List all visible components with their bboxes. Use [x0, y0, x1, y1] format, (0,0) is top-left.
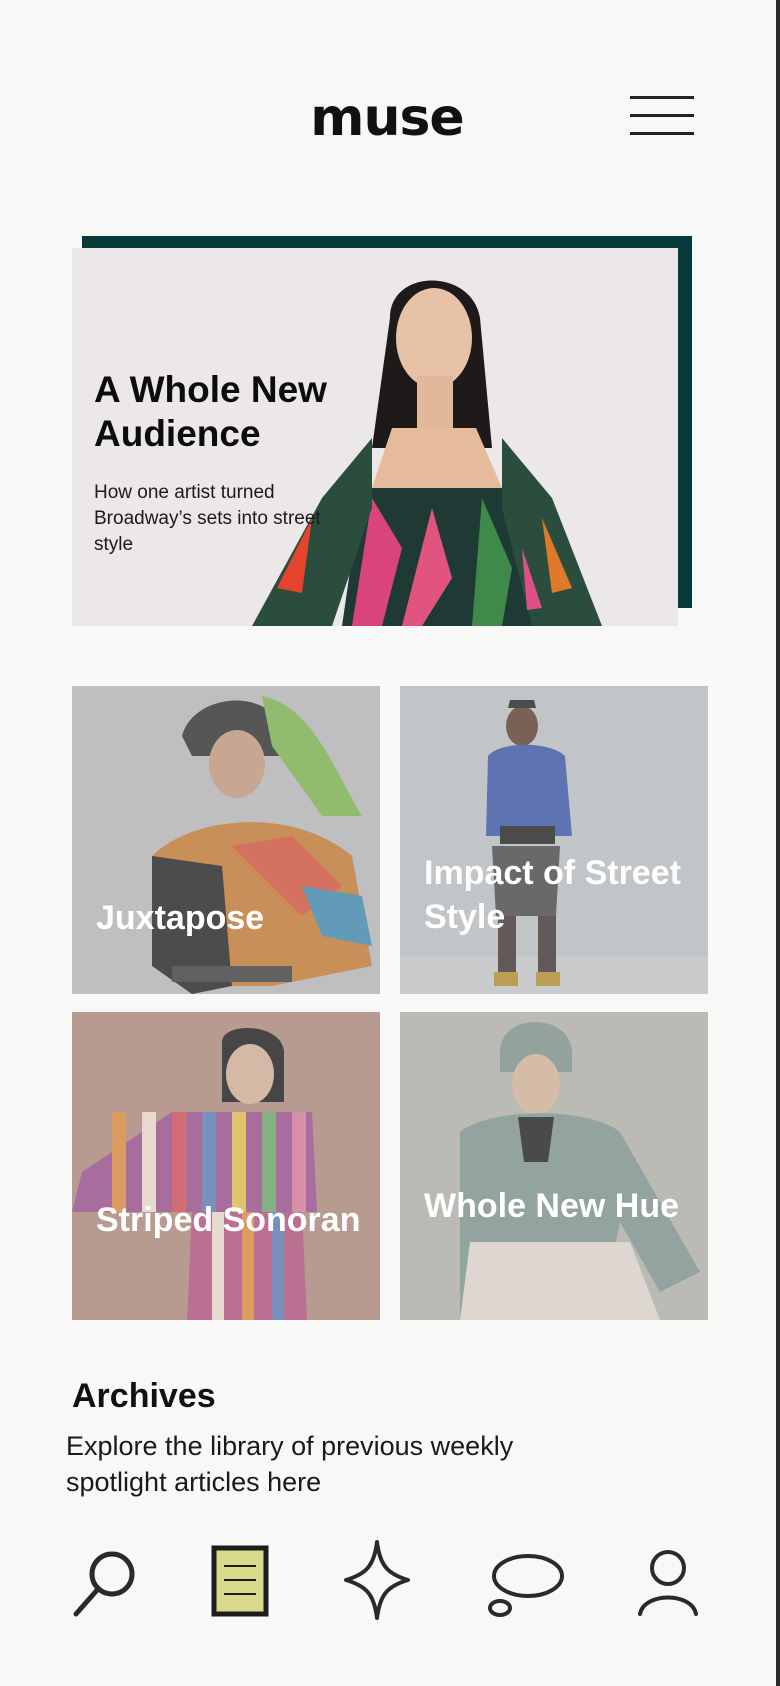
- article-tile-impact-street-style[interactable]: Impact of Street Style: [400, 686, 708, 994]
- archives-description[interactable]: Explore the library of previous weekly s…: [66, 1428, 536, 1500]
- app-screen: muse A Whole New Audience How one artist…: [0, 0, 780, 1686]
- tile-title: Striped Sonoran: [96, 1201, 361, 1239]
- screen-edge: [776, 0, 780, 1686]
- hero-card[interactable]: A Whole New Audience How one artist turn…: [72, 248, 678, 626]
- article-icon: [211, 1545, 269, 1617]
- bottom-navigation: [0, 1530, 780, 1686]
- article-tile-striped-sonoran[interactable]: Striped Sonoran: [72, 1012, 380, 1320]
- article-tile-whole-new-hue[interactable]: Whole New Hue: [400, 1012, 708, 1320]
- nav-discover[interactable]: [332, 1530, 422, 1630]
- hero-title: A Whole New Audience: [94, 369, 327, 454]
- tile-overlay: [400, 686, 708, 994]
- hamburger-menu-icon[interactable]: [630, 94, 694, 140]
- nav-articles[interactable]: [194, 1530, 284, 1630]
- article-tile-juxtapose[interactable]: Juxtapose: [72, 686, 380, 994]
- tile-overlay: [400, 1012, 708, 1320]
- chat-bubble-icon: [488, 1554, 564, 1617]
- hero-subtitle: How one artist turned Broadway’s sets in…: [94, 482, 321, 555]
- tile-title: Juxtapose: [96, 899, 265, 937]
- archives-heading: Archives: [72, 1377, 216, 1415]
- tile-overlay: [72, 686, 380, 994]
- tile-overlay: [72, 1012, 380, 1320]
- header: muse: [0, 0, 780, 200]
- nav-search[interactable]: [58, 1530, 148, 1630]
- search-icon: [73, 1551, 135, 1617]
- sparkle-icon: [344, 1540, 410, 1620]
- nav-messages[interactable]: [482, 1530, 572, 1630]
- profile-icon: [638, 1550, 698, 1616]
- tile-title: Impact of Street Style: [424, 854, 681, 936]
- tile-title: Whole New Hue: [424, 1187, 680, 1225]
- nav-profile[interactable]: [624, 1530, 714, 1630]
